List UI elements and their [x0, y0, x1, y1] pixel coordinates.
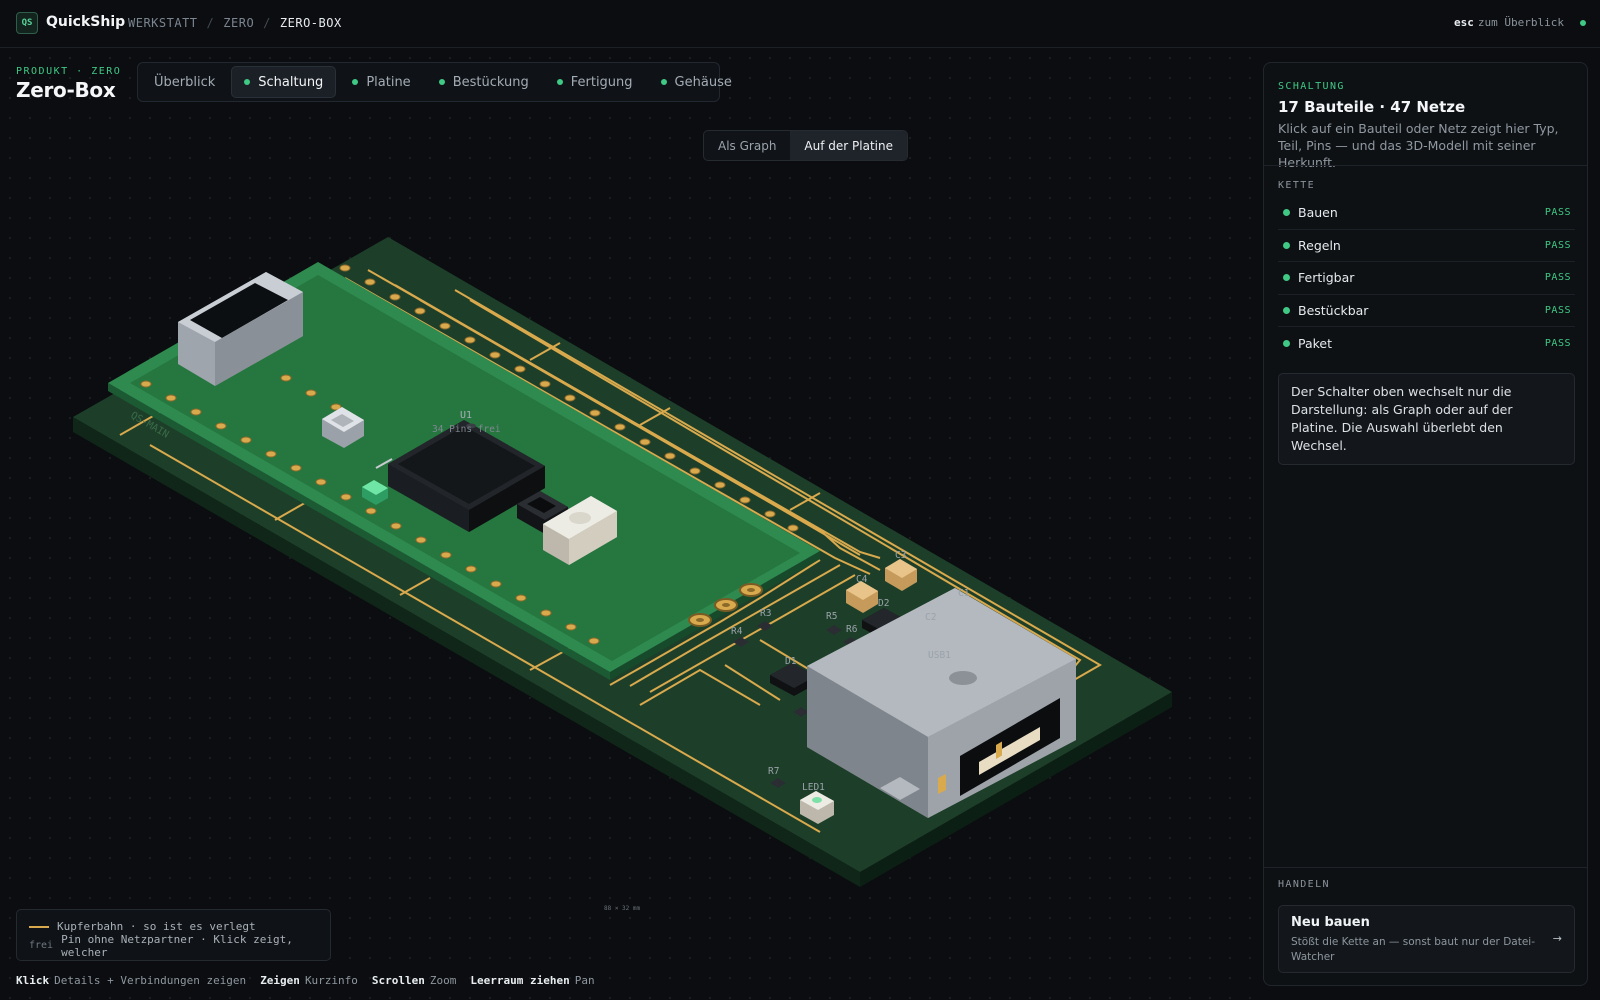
brand-name[interactable]: QuickShip — [46, 14, 125, 30]
panel-title: 17 Bauteile · 47 Netze — [1278, 98, 1466, 116]
chain-item-fertigbar[interactable]: Fertigbar PASS — [1278, 262, 1575, 295]
actions-label: HANDELN — [1278, 879, 1330, 890]
u1-label: U1 — [460, 410, 472, 421]
panel-divider — [1264, 165, 1587, 166]
breadcrumb-zero-box: ZERO-BOX — [279, 16, 342, 30]
chain-item-bestueckbar[interactable]: Bestückbar PASS — [1278, 295, 1575, 327]
copper-line-icon — [29, 925, 49, 928]
rebuild-title: Neu bauen — [1291, 915, 1370, 930]
inspector-panel: SCHALTUNG 17 Bauteile · 47 Netze Klick a… — [1263, 62, 1588, 986]
legend-copper-text: Kupferbahn · so ist es verlegt — [57, 920, 256, 933]
pcb-3d-view[interactable]: QS-MAIN U1 34 Pins frei USB1 LED1 C1 C2 … — [0, 48, 1262, 948]
chain-item-paket[interactable]: Paket PASS — [1278, 327, 1575, 360]
info-note: Der Schalter oben wechselt nur die Darst… — [1278, 373, 1575, 465]
status-badge: PASS — [1544, 337, 1571, 349]
status-badge: PASS — [1544, 239, 1571, 251]
chain-label: KETTE — [1278, 180, 1316, 191]
panel-description: Klick auf ein Bauteil oder Netz zeigt hi… — [1278, 121, 1559, 170]
hint-scrollen: Scrollen Zoom — [371, 974, 457, 987]
panel-divider — [1264, 867, 1587, 868]
chain-item-regeln[interactable]: Regeln PASS — [1278, 230, 1575, 262]
rebuild-description: Stößt die Kette an — sonst baut nur der … — [1291, 936, 1536, 963]
ref-label-r6: R6 — [846, 624, 858, 635]
ref-label-c4: C4 — [856, 574, 868, 585]
status-badge: PASS — [1544, 272, 1571, 284]
panel-section-label: SCHALTUNG — [1278, 81, 1345, 92]
status-badge: PASS — [1544, 304, 1571, 316]
ref-label-c1: C1 — [958, 588, 970, 599]
esc-overview-link[interactable]: esc zum Überblick — [1454, 16, 1564, 29]
ref-label-c2: C2 — [925, 612, 936, 623]
pass-dot-icon — [1283, 274, 1290, 282]
led1-label: LED1 — [802, 782, 825, 793]
breadcrumb: WERKSTATT / ZERO / ZERO-BOX — [128, 16, 342, 30]
interaction-hints: Klick Details + Verbindungen zeigen Zeige… — [16, 974, 595, 987]
ref-label-d1: D1 — [785, 656, 797, 667]
ref-label-r4: R4 — [731, 626, 743, 637]
esc-key: esc — [1454, 16, 1474, 29]
frei-tag: frei — [29, 940, 54, 951]
arrow-right-icon: → — [1552, 932, 1562, 945]
legend-frei-text: Pin ohne Netzpartner · Klick zeigt, welc… — [61, 932, 293, 959]
hint-klick: Klick Details + Verbindungen zeigen — [16, 974, 247, 987]
ref-label-r7: R7 — [768, 766, 779, 777]
u1-free-pins[interactable]: 34 Pins frei — [432, 424, 501, 435]
chain-item-bauen[interactable]: Bauen PASS — [1278, 197, 1575, 230]
esc-text: zum Überblick — [1477, 16, 1564, 29]
ref-label-d2: D2 — [878, 598, 889, 609]
hint-pan: Leerraum ziehen Pan — [470, 974, 595, 987]
app-logo-icon: QS — [16, 12, 38, 34]
connection-status-dot — [1580, 20, 1586, 26]
breadcrumb-separator: / — [263, 16, 271, 30]
board-scale-label: 88 × 32 mm — [604, 905, 641, 912]
rebuild-button[interactable]: Neu bauen Stößt die Kette an — sonst bau… — [1278, 905, 1575, 973]
legend: Kupferbahn · so ist es verlegt frei Pin … — [16, 909, 331, 961]
hint-zeigen: Zeigen Kurzinfo — [260, 974, 358, 987]
pass-dot-icon — [1283, 306, 1290, 314]
legend-row-frei: frei Pin ohne Netzpartner · Klick zeigt,… — [29, 933, 318, 959]
panel-header: SCHALTUNG 17 Bauteile · 47 Netze Klick a… — [1278, 81, 1574, 171]
ref-label-r5: R5 — [826, 611, 837, 622]
breadcrumb-werkstatt[interactable]: WERKSTATT — [128, 16, 198, 30]
check-chain: Bauen PASS Regeln PASS Fertigbar PASS Bestü… — [1278, 197, 1575, 360]
pass-dot-icon — [1283, 209, 1290, 217]
ref-label-c3: C3 — [895, 550, 906, 561]
pass-dot-icon — [1283, 241, 1290, 249]
breadcrumb-zero[interactable]: ZERO — [223, 16, 254, 30]
top-bar: QS QuickShip WERKSTATT / ZERO / ZERO-BOX… — [0, 0, 1600, 48]
breadcrumb-separator: / — [206, 16, 215, 30]
usb-label: USB1 — [928, 650, 951, 661]
pass-dot-icon — [1283, 339, 1290, 347]
ref-label-r3: R3 — [760, 608, 771, 619]
status-badge: PASS — [1544, 207, 1571, 219]
